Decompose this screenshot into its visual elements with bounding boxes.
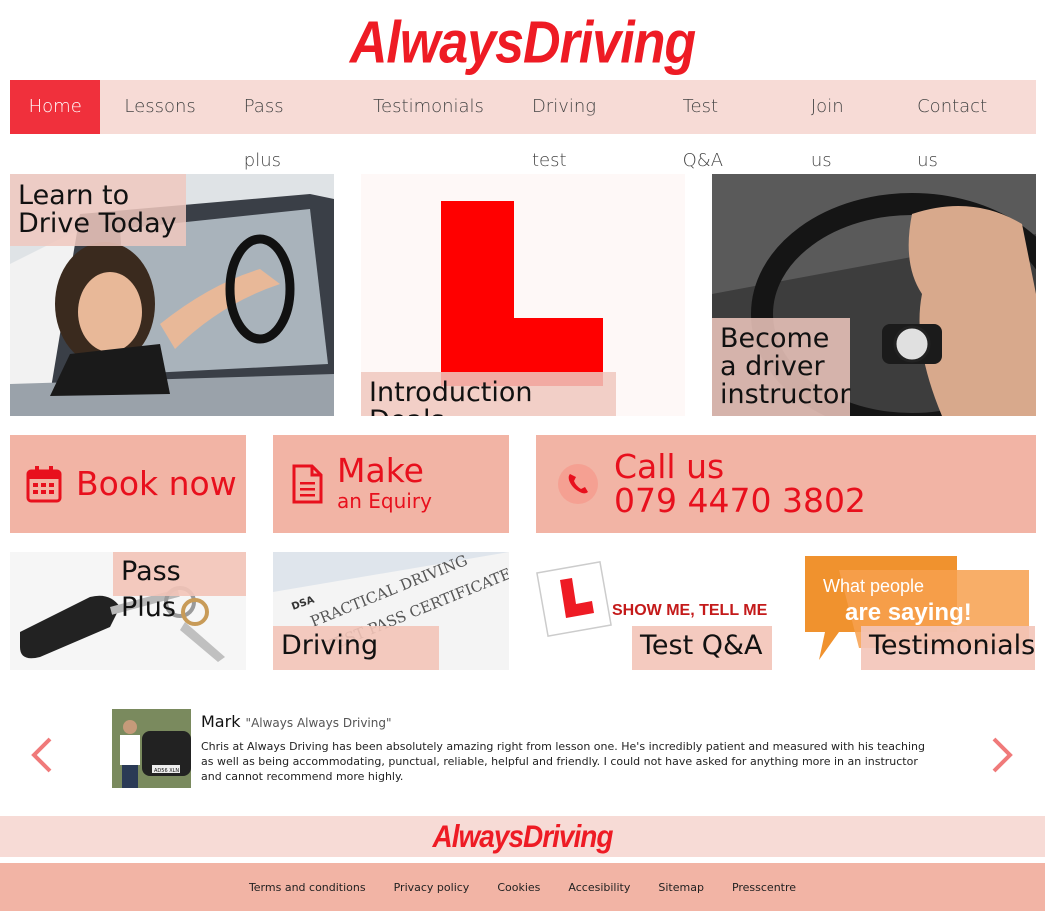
calendar-icon (26, 466, 62, 503)
carousel-prev-arrow[interactable] (28, 728, 54, 788)
nav-home[interactable]: Home (10, 80, 101, 134)
main-nav: Home Lessons Pass plus Testimonials Driv… (10, 80, 1036, 171)
instructor-line1: Become (720, 323, 830, 354)
show-me-tell-me-text: SHOW ME, TELL ME (612, 602, 768, 619)
phone-number[interactable]: 079 4470 3802 (614, 484, 866, 518)
nav-testimonials[interactable]: Testimonials (349, 80, 508, 134)
footer-link-accessibility[interactable]: Accesibility (568, 881, 630, 894)
pupil-photo: AD56 XLN (112, 709, 191, 788)
bubble-line2: are saying! (845, 599, 972, 626)
bubble-line1: What people (823, 576, 924, 596)
learn-line1: Learn to (18, 180, 130, 211)
footer-link-terms[interactable]: Terms and conditions (249, 881, 366, 894)
pass-plus-caption: Pass Plus (113, 552, 246, 623)
nav-pass-plus[interactable]: Pass plus (220, 80, 349, 171)
learn-to-drive-caption: Learn to Drive Today (10, 174, 186, 246)
testimonials-tile[interactable]: What people are saying! Testimonials (799, 552, 1035, 670)
testimonials-caption: Testimonials (861, 626, 1035, 670)
testimonial-name: Mark (201, 712, 241, 731)
make-enquiry-button[interactable]: Make an Equiry (273, 435, 509, 533)
footer-logo[interactable]: AlwaysDriving (433, 814, 614, 860)
nav-test-qa[interactable]: Test Q&A (659, 80, 787, 171)
nav-lessons[interactable]: Lessons (100, 80, 219, 134)
become-instructor-tile[interactable]: Become a driver instructor (712, 174, 1036, 416)
introduction-deals-caption: Introduction Deals (361, 372, 616, 416)
pass-plus-tile[interactable]: Pass Plus (10, 552, 246, 670)
driving-test-tile[interactable]: PRACTICAL DRIVING TEST PASS CERTIFICATE … (273, 552, 509, 670)
testimonial-content: Mark "Always Always Driving" Chris at Al… (201, 712, 1021, 784)
document-icon (292, 464, 323, 504)
introduction-deals-tile[interactable]: Introduction Deals (361, 174, 685, 416)
book-now-label: Book now (76, 464, 237, 503)
learn-line2: Drive Today (18, 208, 177, 239)
nav-contact-us[interactable]: Contact us (893, 80, 1036, 171)
phone-icon (558, 464, 598, 504)
learn-to-drive-tile[interactable]: Learn to Drive Today (10, 174, 334, 416)
footer-link-presscentre[interactable]: Presscentre (732, 881, 796, 894)
testimonial-avatar: AD56 XLN (112, 709, 191, 788)
site-logo[interactable]: AlwaysDriving (0, 3, 1045, 84)
nav-join-us[interactable]: Join us (787, 80, 893, 171)
become-instructor-caption: Become a driver instructor (712, 318, 851, 416)
enquiry-title: Make (337, 451, 424, 490)
number-plate-text: AD56 XLN (154, 768, 179, 774)
footer-logo-bar: AlwaysDriving (0, 816, 1045, 857)
footer-link-cookies[interactable]: Cookies (497, 881, 540, 894)
testimonial-org: "Always Always Driving" (245, 716, 392, 730)
enquiry-subtitle: an Equiry (337, 489, 432, 513)
nav-driving-test[interactable]: Driving test (508, 80, 659, 171)
book-now-button[interactable]: Book now (10, 435, 246, 533)
call-us-button[interactable]: Call us 079 4470 3802 (536, 435, 1036, 533)
test-qa-tile[interactable]: SHOW ME, TELL ME Test Q&A (536, 552, 772, 670)
instructor-line2: a driver (720, 351, 825, 382)
footer-links: Terms and conditions Privacy policy Cook… (0, 863, 1045, 911)
call-us-title: Call us (614, 447, 725, 486)
testimonial-body: Chris at Always Driving has been absolut… (201, 740, 925, 783)
footer-link-privacy[interactable]: Privacy policy (394, 881, 470, 894)
chevron-left-icon (31, 737, 52, 773)
test-qa-caption: Test Q&A (632, 626, 772, 670)
footer-link-sitemap[interactable]: Sitemap (658, 881, 704, 894)
instructor-line3: instructor (720, 379, 851, 410)
driving-test-caption: Driving Test (273, 626, 439, 670)
